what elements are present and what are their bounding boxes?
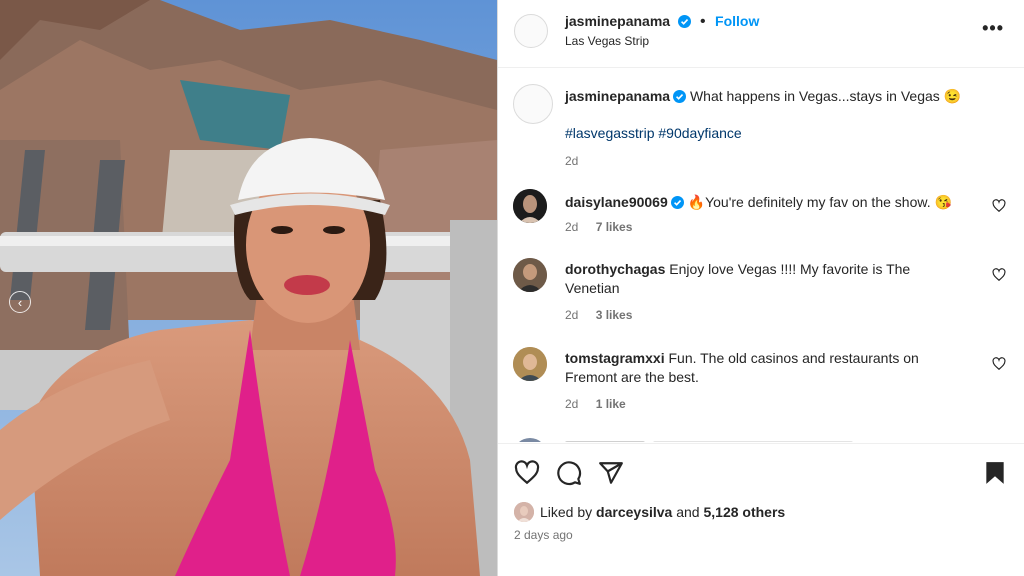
comment-username[interactable]: tomstagramxxi xyxy=(565,350,665,366)
commenter-avatar[interactable] xyxy=(513,189,547,223)
comment-text: 🔥You're definitely my fav on the show. 😘 xyxy=(687,194,952,210)
comment-item: tomstagramxxi Fun. The old casinos and r… xyxy=(513,347,1008,437)
caption-avatar[interactable] xyxy=(513,84,553,124)
comment-likes[interactable]: 1 like xyxy=(596,397,626,411)
verified-icon xyxy=(677,15,691,28)
comment-age: 2d xyxy=(565,397,579,411)
follow-button[interactable]: Follow xyxy=(715,13,759,29)
post-header: jasminepanama • Follow Las Vegas Strip •… xyxy=(498,0,1024,68)
comment-likes[interactable]: 3 likes xyxy=(596,308,633,322)
separator-dot: • xyxy=(699,13,706,30)
like-heart-icon[interactable] xyxy=(514,460,540,486)
verified-icon xyxy=(670,196,684,209)
liker-avatar[interactable] xyxy=(514,502,534,522)
hashtag-link[interactable]: #lasvegasstrip xyxy=(565,125,655,141)
comment-age: 2d xyxy=(565,308,579,322)
comment-likes[interactable]: 7 likes xyxy=(596,220,633,234)
verified-icon xyxy=(673,90,687,103)
caption-age: 2d xyxy=(565,154,579,168)
comment-age: 2d xyxy=(565,220,579,234)
post-actions: Liked by darceysilva and 5,128 others 2 … xyxy=(498,443,1024,576)
liked-others-link[interactable]: 5,128 others xyxy=(703,504,785,520)
caption-username[interactable]: jasminepanama xyxy=(565,88,670,104)
post-side-panel: jasminepanama • Follow Las Vegas Strip •… xyxy=(497,0,1024,576)
post-timestamp[interactable]: 2 days ago xyxy=(514,528,573,542)
comment-username[interactable]: dorothychagas xyxy=(565,261,665,277)
comment-item: daisylane90069 🔥You're definitely my fav… xyxy=(513,189,1008,259)
comment-username[interactable]: daisylane90069 xyxy=(565,194,668,210)
author-avatar[interactable] xyxy=(514,14,548,48)
liked-prefix: Liked by xyxy=(540,504,593,520)
more-horizontal-icon[interactable]: ••• xyxy=(982,18,1004,39)
share-icon[interactable] xyxy=(598,460,624,486)
post-location[interactable]: Las Vegas Strip xyxy=(565,34,649,48)
heart-icon[interactable] xyxy=(992,199,1006,213)
commenter-avatar[interactable] xyxy=(513,258,547,292)
caption-text: What happens in Vegas...stays in Vegas 😉 xyxy=(689,88,962,104)
heart-icon[interactable] xyxy=(992,268,1006,282)
liked-and: and xyxy=(676,504,700,520)
liker-username[interactable]: darceysilva xyxy=(596,504,672,520)
selfie-photo xyxy=(0,0,497,576)
comment-icon[interactable] xyxy=(556,460,582,486)
heart-icon[interactable] xyxy=(992,357,1006,371)
comment-item: dorothychagas Enjoy love Vegas !!!! My f… xyxy=(513,258,1008,348)
save-bookmark-icon[interactable] xyxy=(982,460,1008,486)
author-line: jasminepanama • Follow xyxy=(565,13,759,31)
carousel-prev-icon[interactable]: ‹ xyxy=(9,291,31,313)
author-username[interactable]: jasminepanama xyxy=(565,13,670,29)
post-image[interactable]: ‹ xyxy=(0,0,497,576)
hashtag-link[interactable]: #90dayfiance xyxy=(658,125,741,141)
comment-item-partial xyxy=(513,438,993,442)
commenter-avatar[interactable] xyxy=(513,347,547,381)
liked-by-row: Liked by darceysilva and 5,128 others xyxy=(514,502,785,522)
comments-section[interactable]: jasminepanama What happens in Vegas...st… xyxy=(498,68,1024,442)
